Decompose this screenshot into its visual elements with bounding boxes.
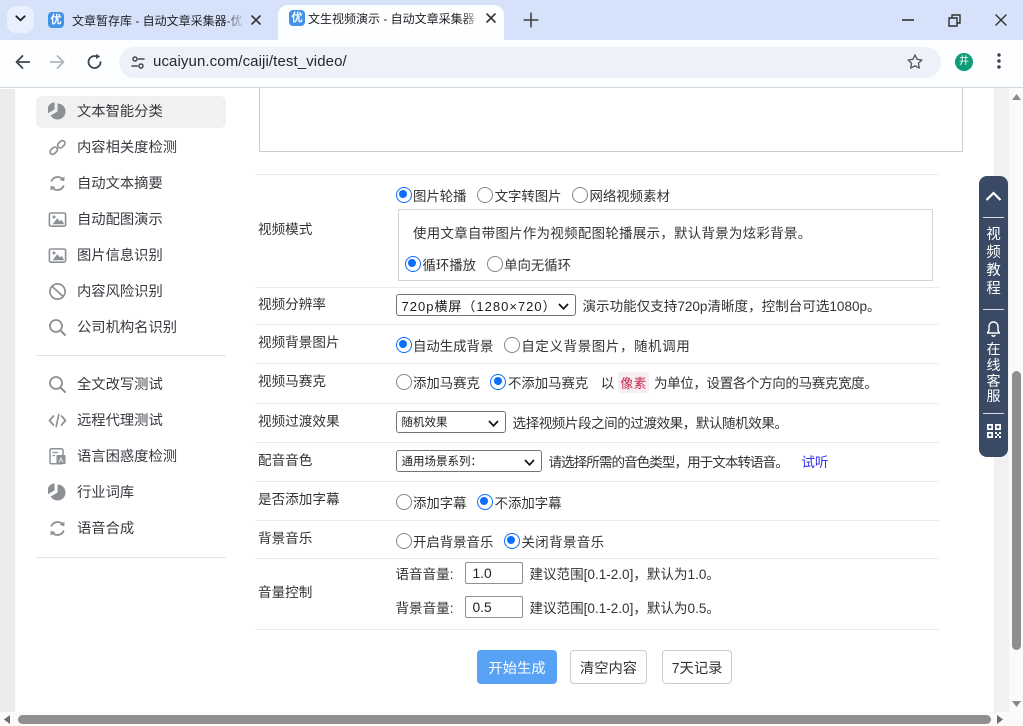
svg-text:A: A [58, 455, 63, 464]
